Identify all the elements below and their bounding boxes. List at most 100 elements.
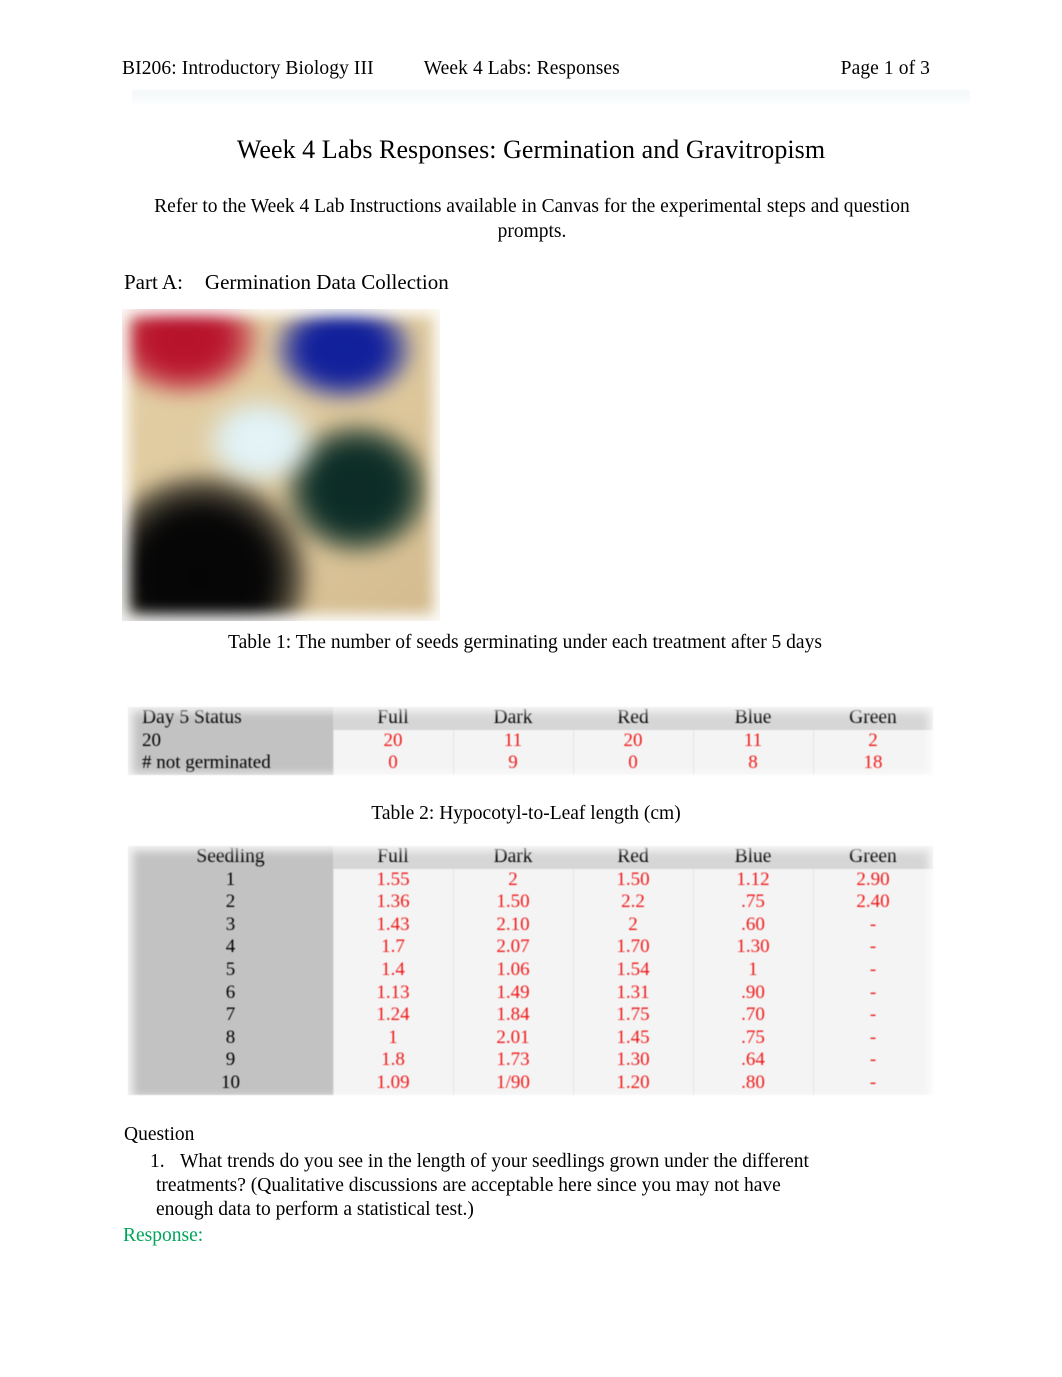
response-label: Response:: [123, 1225, 204, 1246]
table1-row1-label: # not germinated: [128, 752, 333, 775]
table2-row0-full: 1.55: [333, 868, 453, 892]
table1-container: Day 5 Status Full Dark Red Blue Green 20…: [128, 707, 934, 779]
table2-row2-seedling: 3: [128, 913, 333, 937]
table1-header-row: Day 5 Status Full Dark Red Blue Green: [128, 707, 933, 730]
table1-row1-red: 0: [573, 752, 693, 775]
table2-row5-seedling: 6: [128, 981, 333, 1005]
table2-row3-dark: 2.07: [453, 936, 573, 959]
table2-row6-dark: 1.84: [453, 1004, 573, 1027]
table2-row3-green: -: [813, 936, 933, 959]
table2-row0-seedling: 1: [128, 868, 333, 892]
table2-row8-dark: 1.73: [453, 1049, 573, 1072]
table2-row4-full: 1.4: [333, 958, 453, 982]
header-document-subject: Week 4 Labs: Responses: [423, 58, 620, 79]
table1-row0-full: 20: [333, 729, 453, 753]
table2-row0-green: 2.90: [813, 868, 933, 892]
table2-row1-dark: 1.50: [453, 891, 573, 914]
germination-setup-photo-image: [122, 309, 440, 621]
table-row: 20 20 11 20 11 2: [128, 729, 933, 753]
table2-row6-green: -: [813, 1004, 933, 1027]
table2-caption: Table 2: Hypocotyl-to-Leaf length (cm): [371, 803, 681, 824]
table2-row9-green: -: [813, 1071, 933, 1095]
table2-row2-dark: 2.10: [453, 913, 573, 937]
hypocotyl-length-table: Seedling Full Dark Red Blue Green 1 1.55 2…: [128, 846, 933, 1095]
table2-row0-dark: 2: [453, 868, 573, 892]
table2-row2-green: -: [813, 913, 933, 937]
question-section-heading: Question: [124, 1124, 195, 1145]
table2-row3-blue: 1.30: [693, 936, 813, 959]
table2-row2-red: 2: [573, 913, 693, 937]
question-number: 1.: [150, 1151, 165, 1172]
table2-row5-green: -: [813, 981, 933, 1005]
table2-row2-full: 1.43: [333, 913, 453, 937]
table2-row1-blue: .75: [693, 891, 813, 914]
table-row: # not germinated 0 9 0 8 18: [128, 752, 933, 775]
table-row: 8 1 2.01 1.45.75-: [128, 1026, 933, 1050]
table1-row1-dark: 9: [453, 752, 573, 775]
germination-setup-photo: [122, 309, 440, 621]
table2-header-dark: Dark: [453, 846, 573, 869]
table2-row8-green: -: [813, 1049, 933, 1072]
table2-row4-red: 1.54: [573, 958, 693, 982]
table-row: 4 1.7 2.07 1.70 1.30-: [128, 936, 933, 959]
table1-caption: Table 1: The number of seeds germinating…: [228, 632, 822, 653]
header-course-code: BI206: Introductory Biology III: [122, 58, 374, 79]
table-row: 3 1.43 2.10 2.60-: [128, 913, 933, 937]
table2-row4-dark: 1.06: [453, 958, 573, 982]
table2-row5-red: 1.31: [573, 981, 693, 1005]
table2-row4-blue: 1: [693, 958, 813, 982]
table2-row0-red: 1.50: [573, 868, 693, 892]
table2-row7-green: -: [813, 1026, 933, 1050]
table1-row0-dark: 11: [453, 729, 573, 753]
table1-row1-blue: 8: [693, 752, 813, 775]
table2-row3-full: 1.7: [333, 936, 453, 959]
table2-row7-seedling: 8: [128, 1026, 333, 1050]
table1-header-blue: Blue: [693, 707, 813, 730]
page-subtitle: Refer to the Week 4 Lab Instructions ava…: [154, 196, 910, 243]
table1-header-full: Full: [333, 707, 453, 730]
table2-header-blue: Blue: [693, 846, 813, 869]
table1-header-red: Red: [573, 707, 693, 730]
table2-row6-seedling: 7: [128, 1004, 333, 1027]
table2-container: Seedling Full Dark Red Blue Green 1 1.55 2…: [128, 846, 934, 1102]
table2-row3-red: 1.70: [573, 936, 693, 959]
table2-row9-dark: 1/90: [453, 1071, 573, 1095]
document-page: BI206: Introductory Biology III Week 4 L…: [0, 0, 1062, 1377]
germination-count-table: Day 5 Status Full Dark Red Blue Green 20…: [128, 707, 933, 775]
table2-row1-full: 1.36: [333, 891, 453, 914]
question-item-1: 1. What trends do you see in the length …: [124, 1150, 824, 1222]
table-row: 2 1.36 1.50 2.2.75 2.40: [128, 891, 933, 914]
part-a-heading: Part A: Germination Data Collection: [124, 270, 449, 295]
header-separator-rule: [132, 90, 970, 106]
table-row: 10 1.09 1/90 1.20.80-: [128, 1071, 933, 1095]
table2-row9-red: 1.20: [573, 1071, 693, 1095]
table2-row9-full: 1.09: [333, 1071, 453, 1095]
table2-row7-red: 1.45: [573, 1026, 693, 1050]
question-text: What trends do you see in the length of …: [156, 1151, 809, 1220]
table-row: 9 1.8 1.73 1.30.64-: [128, 1049, 933, 1072]
table2-row0-blue: 1.12: [693, 868, 813, 892]
table2-row3-seedling: 4: [128, 936, 333, 959]
table2-header-seedling: Seedling: [128, 846, 333, 869]
table2-row8-blue: .64: [693, 1049, 813, 1072]
table1-row1-green: 18: [813, 752, 933, 775]
table-row: 5 1.4 1.06 1.54 1-: [128, 958, 933, 982]
table2-row5-full: 1.13: [333, 981, 453, 1005]
document-running-header: BI206: Introductory Biology III Week 4 L…: [122, 58, 930, 80]
page-title: Week 4 Labs Responses: Germination and G…: [236, 135, 826, 164]
table2-row7-blue: .75: [693, 1026, 813, 1050]
table2-row8-seedling: 9: [128, 1049, 333, 1072]
table-row: 6 1.13 1.49 1.31.90-: [128, 981, 933, 1005]
table2-row9-blue: .80: [693, 1071, 813, 1095]
table2-row7-full: 1: [333, 1026, 453, 1050]
table2-header-green: Green: [813, 846, 933, 869]
table2-row6-blue: .70: [693, 1004, 813, 1027]
table2-row8-red: 1.30: [573, 1049, 693, 1072]
table1-header-green: Green: [813, 707, 933, 730]
table2-row4-green: -: [813, 958, 933, 982]
table2-row2-blue: .60: [693, 913, 813, 937]
table2-row6-red: 1.75: [573, 1004, 693, 1027]
table1-header-dark: Dark: [453, 707, 573, 730]
table2-row5-dark: 1.49: [453, 981, 573, 1005]
table2-header-red: Red: [573, 846, 693, 869]
